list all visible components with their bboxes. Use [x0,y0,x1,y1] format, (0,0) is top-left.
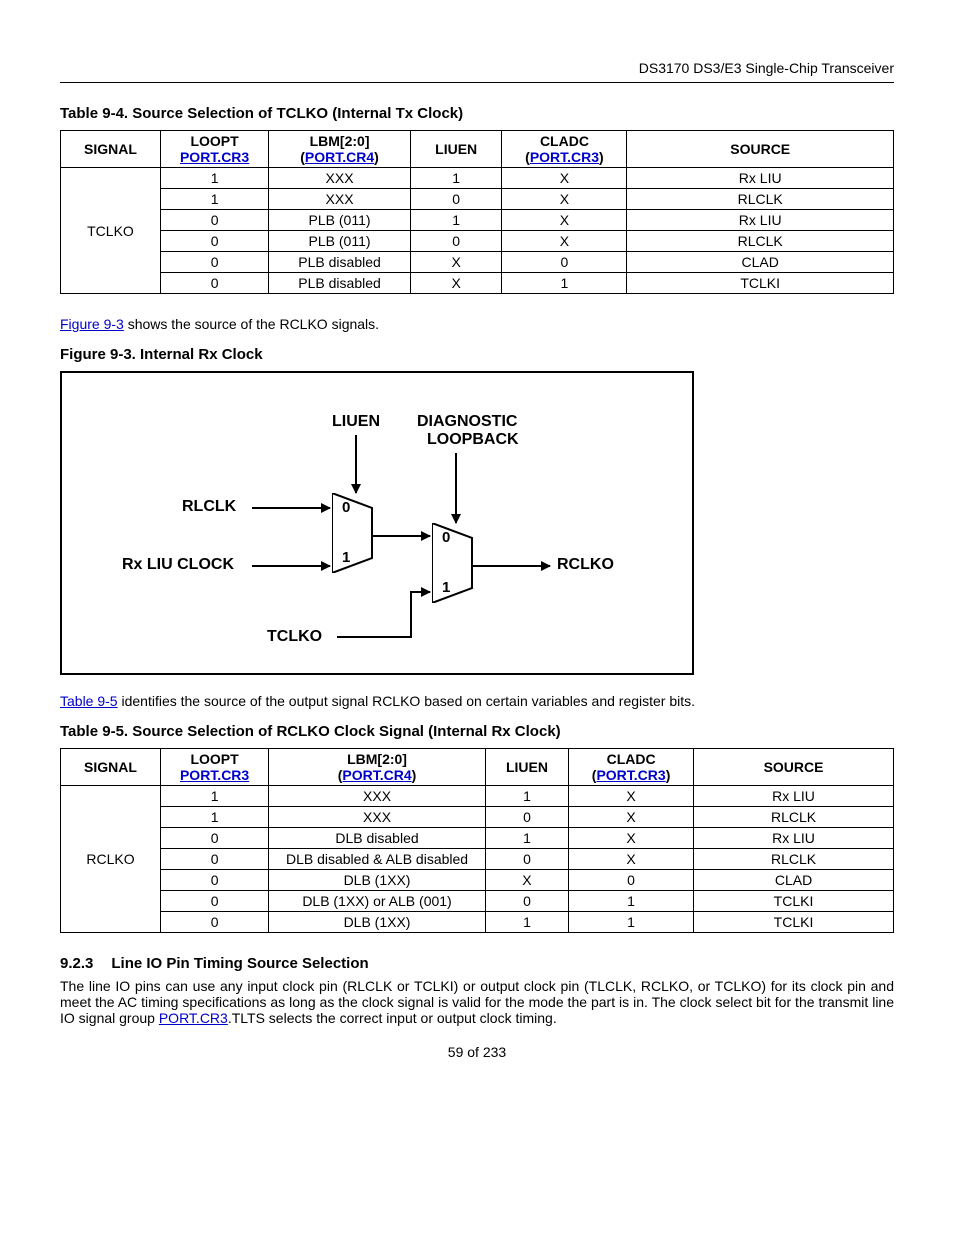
table-row: 0DLB (1XX) or ALB (001)01TCLKI [61,891,894,912]
col-loopt: LOOPT PORT.CR3 [160,131,268,168]
table-row: 0DLB (1XX)11TCLKI [61,912,894,933]
table-row: 0PLB disabledX1TCLKI [61,273,894,294]
col-loopt: LOOPT PORT.CR3 [160,749,268,786]
table-9-4: SIGNAL LOOPT PORT.CR3 LBM[2:0] (PORT.CR4… [60,130,894,294]
col-signal: SIGNAL [61,131,161,168]
figure-9-3-diagram: LIUEN DIAGNOSTIC LOOPBACK RLCLK Rx LIU C… [60,371,694,675]
wire [252,565,330,567]
col-cladc: CLADC (PORT.CR3) [502,131,627,168]
link-portcr4[interactable]: PORT.CR4 [342,767,411,783]
col-source: SOURCE [694,749,894,786]
link-portcr4[interactable]: PORT.CR4 [305,149,374,165]
section-9-2-3-heading: 9.2.3 Line IO Pin Timing Source Selection [60,955,894,972]
col-liuen: LIUEN [485,749,568,786]
wire [355,435,357,493]
label-tclko: TCLKO [267,628,322,646]
mux-input-1: 1 [342,549,350,557]
table-row: 1XXX0XRLCLK [61,189,894,210]
table-row: RCLKO 1XXX1XRx LIU [61,786,894,807]
mux-input-0: 0 [342,499,350,516]
label-rxliu: Rx LIU CLOCK [122,556,234,574]
signal-cell: RCLKO [61,786,161,933]
table-row: 0DLB disabled1XRx LIU [61,828,894,849]
wire [372,535,430,537]
table-row: 1XXX0XRLCLK [61,807,894,828]
running-header: DS3170 DS3/E3 Single-Chip Transceiver [60,60,894,83]
wire [472,565,550,567]
wire [410,591,412,638]
label-loopback: LOOPBACK [427,431,519,449]
page-number: 59 of 233 [60,1044,894,1060]
table-row: 0PLB disabledX0CLAD [61,252,894,273]
mux-input-0: 0 [442,529,450,546]
col-cladc: CLADC (PORT.CR3) [569,749,694,786]
col-lbm: LBM[2:0] (PORT.CR4) [269,749,486,786]
mux-diagnostic: 0 1 [432,523,482,593]
mux-input-1: 1 [442,579,450,587]
paragraph-table95-ref: Table 9-5 identifies the source of the o… [60,693,894,709]
wire [337,636,412,638]
table-row: 0PLB (011)0XRLCLK [61,231,894,252]
link-portcr3[interactable]: PORT.CR3 [180,149,249,165]
mux-liuen: 0 1 [332,493,382,563]
figure-9-3-caption: Figure 9-3. Internal Rx Clock [60,346,894,363]
label-rclko: RCLKO [557,556,614,574]
link-portcr3[interactable]: PORT.CR3 [530,149,599,165]
table-9-5: SIGNAL LOOPT PORT.CR3 LBM[2:0] (PORT.CR4… [60,748,894,933]
wire [410,591,430,593]
section-9-2-3-body: The line IO pins can use any input clock… [60,978,894,1026]
col-liuen: LIUEN [410,131,502,168]
label-rlclk: RLCLK [182,498,236,516]
table-row: 0DLB (1XX)X0CLAD [61,870,894,891]
signal-cell: TCLKO [61,168,161,294]
section-number: 9.2.3 [60,955,93,972]
label-liuen: LIUEN [332,413,380,431]
col-lbm: LBM[2:0] (PORT.CR4) [269,131,411,168]
col-signal: SIGNAL [61,749,161,786]
table-row: 0PLB (011)1XRx LIU [61,210,894,231]
section-title: Line IO Pin Timing Source Selection [111,955,368,972]
label-diagnostic: DIAGNOSTIC [417,413,517,431]
link-portcr3[interactable]: PORT.CR3 [596,767,665,783]
link-portcr3[interactable]: PORT.CR3 [159,1010,228,1026]
wire [252,507,330,509]
col-source: SOURCE [627,131,894,168]
link-portcr3[interactable]: PORT.CR3 [180,767,249,783]
paragraph-fig93-ref: Figure 9-3 shows the source of the RCLKO… [60,316,894,332]
table-9-5-caption: Table 9-5. Source Selection of RCLKO Clo… [60,723,894,740]
wire [455,453,457,523]
link-table-9-5[interactable]: Table 9-5 [60,693,118,709]
table-row: 0DLB disabled & ALB disabled0XRLCLK [61,849,894,870]
table-9-4-caption: Table 9-4. Source Selection of TCLKO (In… [60,105,894,122]
link-figure-9-3[interactable]: Figure 9-3 [60,316,124,332]
table-row: TCLKO 1XXX1XRx LIU [61,168,894,189]
